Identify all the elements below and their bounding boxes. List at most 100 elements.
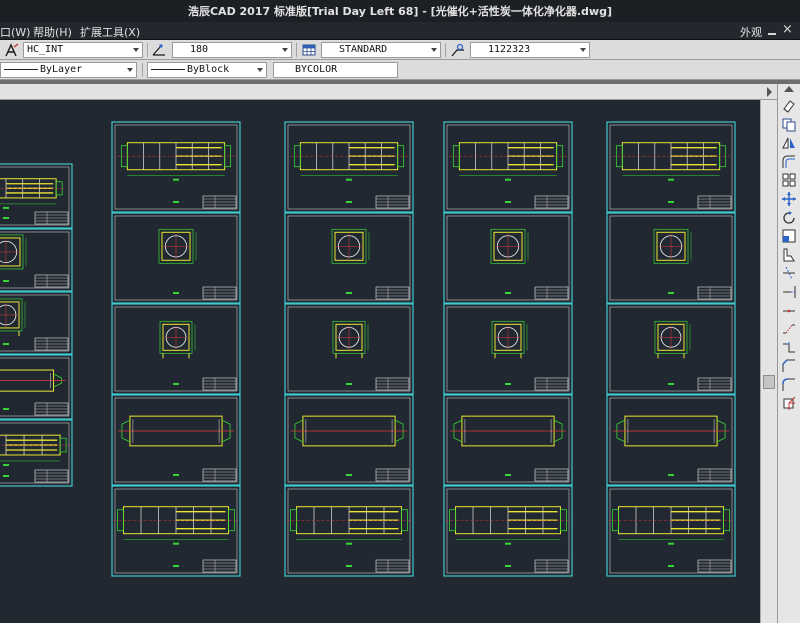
array-icon[interactable] [781, 172, 797, 188]
extend-icon[interactable] [781, 284, 797, 300]
dim-text [668, 542, 674, 545]
sheet-frame [606, 394, 736, 486]
chamfer-icon[interactable] [781, 358, 797, 374]
inner-border [0, 422, 70, 484]
copy-icon[interactable] [781, 117, 797, 133]
sheet-frame [284, 212, 414, 304]
leader-icon[interactable] [451, 43, 465, 57]
drawing-border [443, 394, 573, 486]
menu-help[interactable]: 帮助(H) [33, 24, 72, 40]
rotate-icon[interactable] [781, 210, 797, 226]
dim-text [505, 178, 511, 181]
sheet-frame [443, 303, 573, 395]
inner-border [0, 166, 70, 226]
drawing-border [0, 354, 73, 420]
drawing-border [0, 291, 73, 355]
dim-text [173, 178, 179, 181]
menu-bar: 口(W) 帮助(H) 扩展工具(X) 外观 × [0, 22, 800, 40]
view-label [3, 475, 9, 477]
break-point-icon[interactable] [781, 303, 797, 319]
dim-text [3, 206, 9, 209]
vertical-scrollbar[interactable] [760, 100, 777, 623]
view-label [173, 292, 179, 294]
sheet-frame [111, 485, 241, 577]
dim-text [346, 542, 352, 545]
color-value: BYCOLOR [295, 64, 338, 75]
linetype-sample [4, 68, 38, 70]
sheet-frame [606, 212, 736, 304]
sheet-frame [111, 303, 241, 395]
explode-icon[interactable] [781, 396, 797, 412]
dim-icon[interactable] [152, 43, 166, 57]
lineweight-sample [151, 68, 185, 70]
drawing-canvas[interactable] [0, 100, 777, 623]
vertical-scroll-thumb[interactable] [763, 375, 775, 389]
text-style-value: HC_INT [27, 44, 64, 55]
inner-border [446, 397, 570, 483]
minimize-icon[interactable] [767, 25, 777, 36]
scroll-up-icon[interactable] [784, 86, 794, 94]
dimension-style-value: STANDARD [339, 44, 388, 55]
view-label [346, 383, 352, 385]
sheet-frame [284, 485, 414, 577]
color-select[interactable]: BYCOLOR [273, 62, 398, 78]
chevron-down-icon [431, 48, 437, 52]
sheet-frame [443, 485, 573, 577]
scale-icon[interactable] [781, 228, 797, 244]
dimension-style-select[interactable]: STANDARD [321, 42, 441, 58]
linetype-select[interactable]: ByLayer [0, 62, 137, 78]
erase-icon[interactable] [781, 98, 797, 114]
mirror-icon[interactable] [781, 135, 797, 151]
offset-icon[interactable] [781, 154, 797, 170]
lineweight-select[interactable]: ByBlock [147, 62, 267, 78]
menu-window[interactable]: 口(W) [0, 24, 30, 40]
view-label [505, 201, 511, 203]
multileader-style-select[interactable]: 1122323 [470, 42, 590, 58]
menu-extensions[interactable]: 扩展工具(X) [80, 24, 140, 40]
join-icon[interactable] [781, 340, 797, 356]
fillet-icon[interactable] [781, 377, 797, 393]
text-style-select[interactable]: HC_INT [23, 42, 143, 58]
view-label [3, 408, 9, 410]
sheet-frame [606, 485, 736, 577]
stretch-icon[interactable] [781, 247, 797, 263]
view-label [346, 292, 352, 294]
inner-border [287, 397, 411, 483]
drawing-border [111, 394, 241, 486]
move-icon[interactable] [781, 191, 797, 207]
view-label [173, 383, 179, 385]
modify-toolbar [777, 84, 800, 623]
toolbar-separator [142, 63, 143, 77]
menu-appearance[interactable]: 外观 [740, 24, 762, 40]
sheet-frame [284, 303, 414, 395]
view-label [505, 565, 511, 567]
inner-border [609, 397, 733, 483]
table-icon[interactable] [302, 43, 316, 57]
sheet-frame [111, 394, 241, 486]
view-label [3, 343, 9, 345]
text-height-value: 180 [190, 44, 209, 55]
chevron-down-icon [133, 48, 139, 52]
title-bar: 浩辰CAD 2017 标准版[Trial Day Left 68] - [光催化… [0, 0, 800, 22]
sheet-frame-partial [0, 354, 73, 420]
toolbar-separator [296, 43, 297, 57]
view-label [668, 292, 674, 294]
inner-border [0, 294, 70, 352]
view-label [173, 565, 179, 567]
close-icon[interactable]: × [782, 23, 793, 37]
scroll-right-icon[interactable] [764, 86, 775, 97]
cad-drawing[interactable] [0, 100, 777, 623]
view-label [668, 201, 674, 203]
lineweight-value: ByBlock [187, 64, 230, 75]
view-label [668, 474, 674, 476]
dim-text [346, 178, 352, 181]
styles-toolbar: HC_INT 180 STANDARD 1122323 [0, 40, 800, 60]
text-style-icon[interactable] [5, 43, 19, 57]
break-icon[interactable] [781, 321, 797, 337]
trim-icon[interactable] [781, 265, 797, 281]
dim-text [668, 178, 674, 181]
sheet-frame [284, 394, 414, 486]
horizontal-scrollbar[interactable] [0, 84, 777, 100]
view-label [3, 217, 9, 219]
text-height-select[interactable]: 180 [172, 42, 292, 58]
